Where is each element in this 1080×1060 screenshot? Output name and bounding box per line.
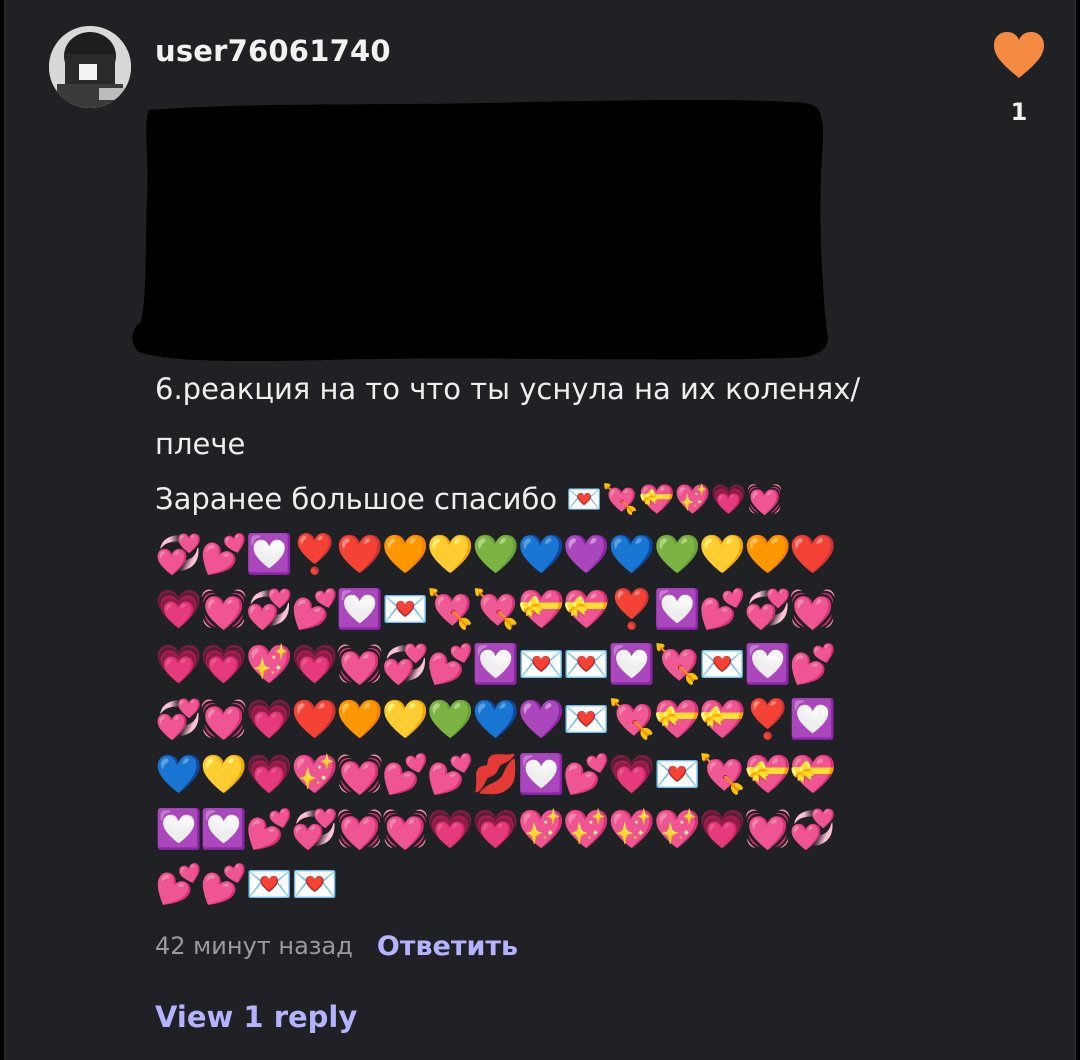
emoji-line: 💕💕💌💌 — [155, 862, 338, 906]
avatar[interactable] — [49, 26, 131, 108]
avatar-image — [49, 26, 131, 108]
reply-button[interactable]: Ответить — [377, 931, 518, 962]
heart-icon[interactable] — [992, 30, 1046, 80]
redaction-block — [132, 100, 828, 362]
comment-text-line: 6.реакция на то что ты уснула на их коле… — [155, 372, 861, 406]
emoji-line: 💗💓💞💕💟💌💘💘💝💝❣️💟💕💞💓 — [155, 587, 837, 631]
comment-text-line: Заранее большое спасибо 💌💘💝💖💗💓 — [155, 482, 783, 516]
emoji-line: 💙💛💗💖💓💕💕💋💟💕💗💌💘💝💝 — [155, 752, 837, 796]
username[interactable]: user76061740 — [155, 34, 391, 68]
comment-body: 6.реакция на то что ты уснула на их коле… — [155, 362, 915, 912]
comment-text-line: плече — [155, 427, 246, 461]
like-control: 1 — [987, 30, 1051, 126]
like-count: 1 — [1010, 98, 1028, 126]
comment-meta: 42 минут назад Ответить — [155, 926, 518, 966]
emoji-line: 💞💕💟❣️❤️🧡💛💚💙💜💙💚💛🧡❤️ — [155, 532, 837, 576]
comment-panel: user76061740 1 6.реакция на то что ты ус… — [4, 0, 1076, 1060]
emoji-line: 💞💓💗❤️🧡💛💚💙💜💌💘💝💝❣️💟 — [155, 697, 837, 741]
timestamp: 42 минут назад — [155, 932, 353, 960]
emoji-line: 💗💗💖💗💓💞💕💟💌💌💟💘💌💟💕 — [155, 642, 837, 686]
view-replies-link[interactable]: View 1 reply — [155, 1000, 357, 1034]
emoji-line: 💟💟💕💞💓💓💗💗💖💖💖💖💗💓💞 — [155, 807, 837, 851]
